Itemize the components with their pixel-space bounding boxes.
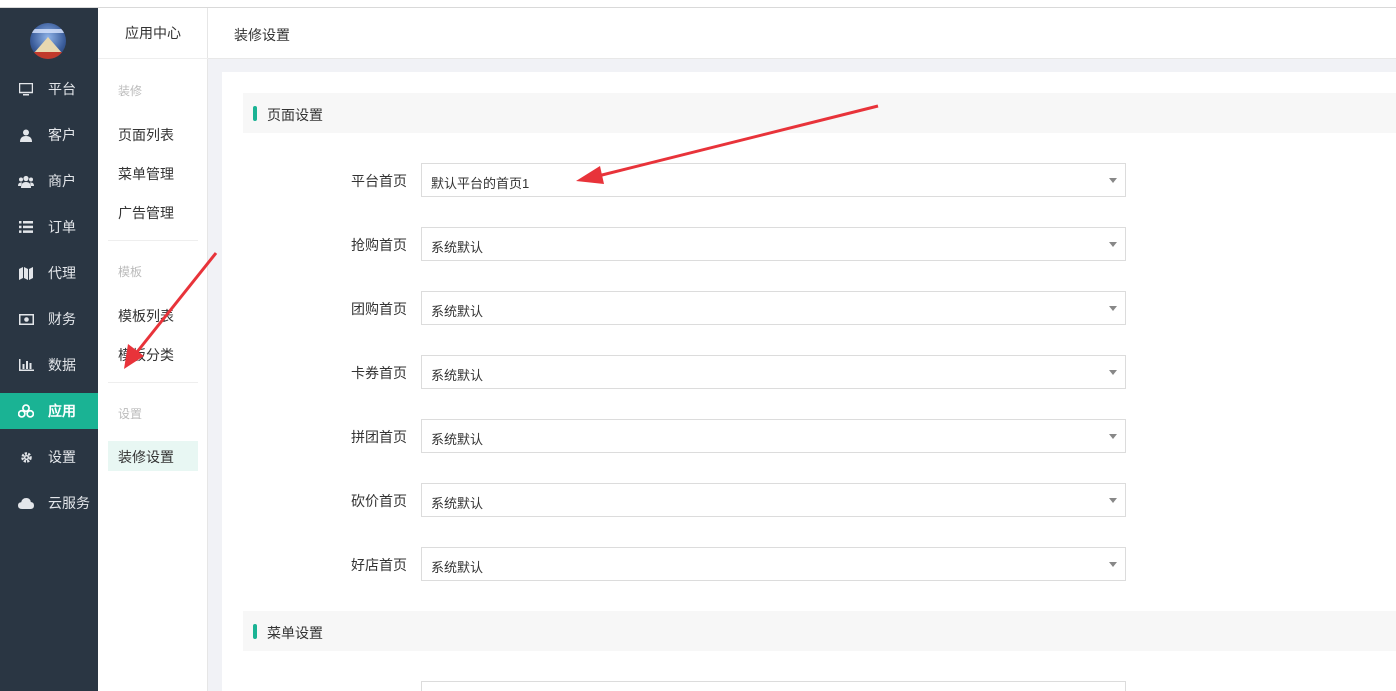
select-value: 系统默认 — [431, 240, 484, 255]
subnav-link-page-list[interactable]: 页面列表 — [118, 125, 174, 145]
bargain-home-select[interactable]: 系统默认 — [421, 483, 1126, 517]
subnav-link-ad-manage[interactable]: 广告管理 — [118, 203, 174, 223]
field-label: 平台首页 — [351, 173, 407, 189]
browser-top-edge — [0, 0, 1396, 8]
page-header: 装修设置 — [208, 8, 1396, 59]
form-row-menu-partial — [222, 681, 1396, 691]
nav-item-settings[interactable]: 设置 — [0, 434, 98, 480]
caret-down-icon — [1109, 498, 1117, 503]
form-row-pintuan-home: 拼团首页 系统默认 — [222, 419, 1396, 453]
nav-label: 应用 — [48, 403, 76, 419]
subnav-link-template-list[interactable]: 模板列表 — [118, 306, 174, 326]
bar-chart-icon — [18, 357, 34, 373]
main-nav: 平台 客户 商户 订单 代理 财务 数据 应用 设置 云服务 — [0, 66, 98, 526]
good-store-home-select[interactable]: 系统默认 — [421, 547, 1126, 581]
form-row-coupon-home: 卡券首页 系统默认 — [222, 355, 1396, 389]
section-title: 菜单设置 — [267, 625, 323, 641]
caret-down-icon — [1109, 370, 1117, 375]
subnav-divider — [108, 382, 198, 383]
caret-down-icon — [1109, 242, 1117, 247]
form-row-good-store-home: 好店首页 系统默认 — [222, 547, 1396, 581]
main-sidebar: 平台 客户 商户 订单 代理 财务 数据 应用 设置 云服务 — [0, 8, 98, 691]
nav-label: 代理 — [48, 265, 76, 281]
select-value: 默认平台的首页1 — [431, 176, 530, 191]
flash-sale-home-select[interactable]: 系统默认 — [421, 227, 1126, 261]
select-value: 系统默认 — [431, 496, 484, 511]
list-icon — [18, 219, 34, 235]
subnav-title: 应用中心 — [98, 8, 208, 59]
user-icon — [18, 127, 34, 143]
subnav-link-menu-manage[interactable]: 菜单管理 — [118, 164, 174, 184]
subnav-divider — [108, 240, 198, 241]
nav-item-merchant[interactable]: 商户 — [0, 158, 98, 204]
nav-label: 订单 — [48, 219, 76, 235]
subnav-link-template-category[interactable]: 模板分类 — [118, 345, 174, 365]
form-row-flash-sale-home: 抢购首页 系统默认 — [222, 227, 1396, 261]
page-title: 装修设置 — [234, 27, 290, 43]
select-value: 系统默认 — [431, 432, 484, 447]
field-label: 砍价首页 — [351, 493, 407, 509]
menu-settings-section-header: 菜单设置 — [243, 611, 1396, 651]
coupon-home-select[interactable]: 系统默认 — [421, 355, 1126, 389]
caret-down-icon — [1109, 306, 1117, 311]
caret-down-icon — [1109, 562, 1117, 567]
pintuan-home-select[interactable]: 系统默认 — [421, 419, 1126, 453]
caret-down-icon — [1109, 178, 1117, 183]
menu-select-partial[interactable] — [421, 681, 1126, 691]
form-row-group-buy-home: 团购首页 系统默认 — [222, 291, 1396, 325]
page-settings-section-header: 页面设置 — [243, 93, 1396, 133]
subnav-group-template: 模板 — [118, 265, 143, 279]
field-label: 抢购首页 — [351, 237, 407, 253]
select-value: 系统默认 — [431, 560, 484, 575]
nav-label: 设置 — [48, 449, 76, 465]
field-label: 团购首页 — [351, 301, 407, 317]
app-center-subnav: 应用中心 装修 页面列表 菜单管理 广告管理 模板 模板列表 模板分类 设置 装… — [98, 8, 208, 691]
settings-card: 页面设置 平台首页 默认平台的首页1 抢购首页 系统默认 团购首页 系统默认 卡… — [222, 72, 1396, 691]
nav-item-platform[interactable]: 平台 — [0, 66, 98, 112]
form-row-bargain-home: 砍价首页 系统默认 — [222, 483, 1396, 517]
nav-item-data[interactable]: 数据 — [0, 342, 98, 388]
caret-down-icon — [1109, 434, 1117, 439]
select-value: 系统默认 — [431, 304, 484, 319]
form-row-platform-home: 平台首页 默认平台的首页1 — [222, 163, 1396, 197]
nav-item-customer[interactable]: 客户 — [0, 112, 98, 158]
money-icon — [18, 311, 34, 327]
section-accent-bar — [253, 106, 257, 121]
monitor-icon — [18, 81, 34, 97]
section-title: 页面设置 — [267, 107, 323, 123]
cloud-icon — [18, 495, 34, 511]
group-buy-home-select[interactable]: 系统默认 — [421, 291, 1126, 325]
apps-icon — [18, 403, 34, 419]
field-label: 好店首页 — [351, 557, 407, 573]
section-accent-bar — [253, 624, 257, 639]
nav-item-orders[interactable]: 订单 — [0, 204, 98, 250]
subnav-link-decor-settings[interactable]: 装修设置 — [108, 441, 198, 471]
nav-label: 商户 — [48, 173, 76, 189]
nav-item-apps[interactable]: 应用 — [0, 393, 98, 429]
subnav-group-settings: 设置 — [118, 407, 143, 421]
gear-icon — [18, 449, 34, 465]
nav-label: 云服务 — [48, 495, 90, 511]
subnav-link-label: 装修设置 — [118, 449, 174, 465]
map-icon — [18, 265, 34, 281]
nav-label: 数据 — [48, 357, 76, 373]
nav-label: 客户 — [48, 127, 76, 143]
nav-label: 平台 — [48, 81, 76, 97]
users-icon — [18, 173, 34, 189]
nav-item-agent[interactable]: 代理 — [0, 250, 98, 296]
select-value: 系统默认 — [431, 368, 484, 383]
field-label: 卡券首页 — [351, 365, 407, 381]
subnav-group-decor: 装修 — [118, 84, 143, 98]
brand-logo[interactable] — [30, 23, 66, 59]
nav-item-finance[interactable]: 财务 — [0, 296, 98, 342]
nav-label: 财务 — [48, 311, 76, 327]
platform-home-select[interactable]: 默认平台的首页1 — [421, 163, 1126, 197]
nav-item-cloud[interactable]: 云服务 — [0, 480, 98, 526]
field-label: 拼团首页 — [351, 429, 407, 445]
